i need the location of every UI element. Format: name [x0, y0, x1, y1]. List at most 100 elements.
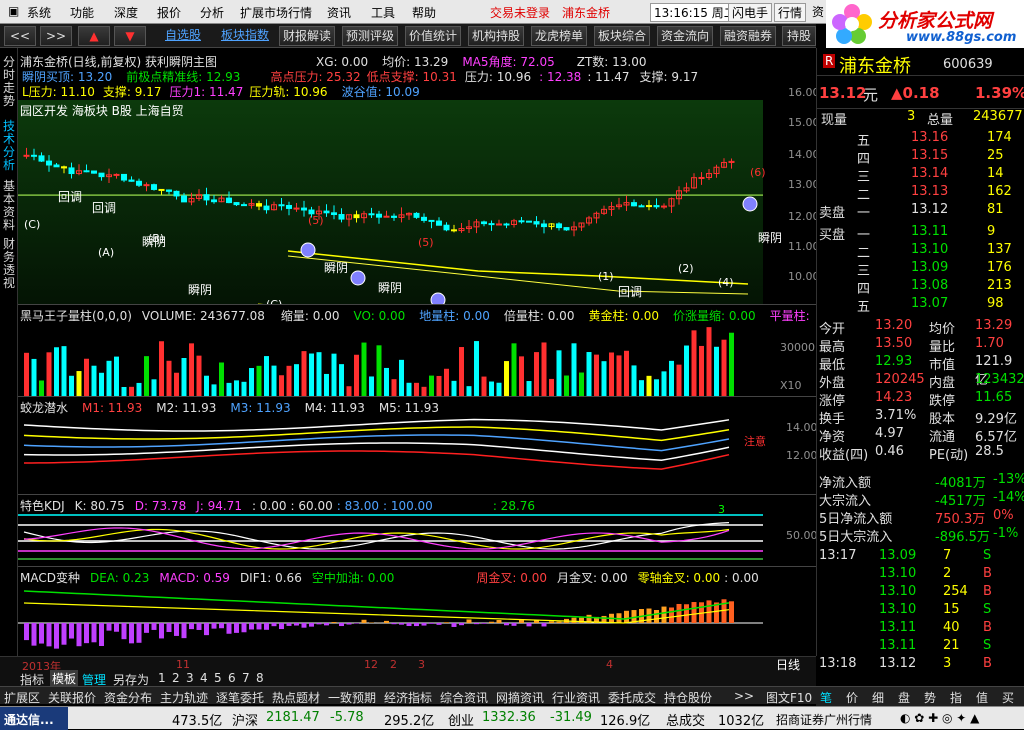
tab-news[interactable]: 综合资讯 [440, 689, 488, 706]
tab-3[interactable]: 3 [186, 671, 194, 685]
dragon-tiger-list-button[interactable]: 龙虎榜单 [531, 26, 587, 46]
dragon-y-tick-14: 14.00 [786, 421, 818, 434]
y-tick-16: 16.00 [788, 86, 820, 99]
more-tabs-button[interactable]: >> [734, 689, 754, 703]
menu-ext-market[interactable]: 扩展市场行情 [240, 4, 312, 21]
pattern-label: 瞬阴 [378, 281, 402, 295]
watchlist-link[interactable]: 自选股 [158, 26, 208, 46]
volume-bar [197, 356, 202, 397]
app-taskbar-button[interactable]: 通达信... [0, 707, 68, 730]
tab-economic-indicators[interactable]: 经济指标 [384, 689, 432, 706]
macd-bar [302, 623, 307, 628]
tab-1[interactable]: 1 [158, 671, 166, 685]
tab-7[interactable]: 7 [242, 671, 250, 685]
tab-6[interactable]: 6 [228, 671, 236, 685]
tab-2[interactable]: 2 [172, 671, 180, 685]
tab-web-news[interactable]: 网摘资讯 [496, 689, 544, 706]
tab-order-detail[interactable]: 逐笔委托 [216, 689, 264, 706]
forecast-rating-button[interactable]: 预测评级 [342, 26, 398, 46]
volume-bar [77, 371, 82, 397]
menu-depth[interactable]: 深度 [114, 4, 138, 21]
volume-bar [572, 343, 577, 397]
value-stats-button[interactable]: 价值统计 [405, 26, 461, 46]
sector-overview-button[interactable]: 板块综合 [594, 26, 650, 46]
quote-button[interactable]: 行情 [774, 3, 806, 22]
kdj-chart[interactable] [18, 511, 816, 567]
quote-tab[interactable]: 价 [846, 689, 858, 706]
volume-bar [602, 361, 607, 397]
tab-fundamentals[interactable]: 基本资料 [1, 180, 17, 232]
tab-main-trace[interactable]: 主力轨迹 [160, 689, 208, 706]
menu-system[interactable]: 系统 [27, 4, 51, 21]
y-tick-10: 10.00 [788, 270, 820, 283]
quote-tab[interactable]: 笔 [820, 689, 832, 706]
dragon-pane[interactable]: 蛟龙潜水M1: 11.93M2: 11.93M3: 11.93M4: 11.93… [18, 396, 816, 494]
flash-trade-button[interactable]: 闪电手 [728, 3, 772, 22]
flower-logo-icon [830, 2, 874, 46]
tab-financials[interactable]: 财务透视 [1, 238, 17, 290]
quote-tab[interactable]: 势 [924, 689, 936, 706]
tab-8[interactable]: 8 [256, 671, 264, 685]
volume-bar [692, 330, 697, 397]
dragon-chart[interactable] [18, 413, 816, 495]
tab-ext-area[interactable]: 扩展区 [4, 689, 40, 706]
news-button[interactable]: 资 [812, 3, 824, 20]
volume-bar [654, 379, 659, 397]
app-icon[interactable]: ▣ [8, 4, 19, 18]
tab-consensus[interactable]: 一致预期 [328, 689, 376, 706]
sector-index-link[interactable]: 板块指数 [216, 26, 274, 46]
capital-flow-button[interactable]: 资金流向 [657, 26, 713, 46]
quote-tab[interactable]: 指 [950, 689, 962, 706]
volume-bar [339, 364, 344, 397]
f10-button[interactable]: 图文F10 [766, 689, 812, 706]
kline-chart[interactable]: 回调回调瞬阴瞬阴瞬阴瞬阴瞬阴瞬阴回调瞬阴(C)(A)(B)(C)(5)(5)(1… [18, 96, 816, 304]
candle-body [257, 204, 262, 206]
menu-tools[interactable]: 工具 [371, 4, 395, 21]
tab-industry-news[interactable]: 行业资讯 [552, 689, 600, 706]
tab-capital-distribution[interactable]: 资金分布 [104, 689, 152, 706]
menu-help[interactable]: 帮助 [412, 4, 436, 21]
chart-area[interactable]: 浦东金桥(日线,前复权) 获利瞬阴主图 XG: 0.00均价: 13.29MA5… [18, 48, 816, 656]
tab-intraday[interactable]: 分时走势 [1, 56, 17, 108]
tab-template[interactable]: 模板 [50, 670, 78, 686]
volume-bar [384, 368, 389, 397]
macd-chart[interactable] [18, 583, 816, 657]
down-button[interactable]: ▼ [114, 26, 146, 46]
quote-tab[interactable]: 买 [1002, 689, 1014, 706]
period-label[interactable]: 日线 [776, 656, 800, 673]
financial-report-button[interactable]: 财报解读 [279, 26, 335, 46]
tab-4[interactable]: 4 [200, 671, 208, 685]
page-forward-button[interactable]: >> [40, 26, 72, 46]
kline-pane[interactable]: 浦东金桥(日线,前复权) 获利瞬阴主图 XG: 0.00均价: 13.29MA5… [18, 48, 816, 304]
menu-function[interactable]: 功能 [70, 4, 94, 21]
trade-status[interactable]: 交易未登录 [490, 4, 550, 21]
candle-body [564, 228, 569, 230]
page-back-button[interactable]: << [4, 26, 36, 46]
institution-holdings-button[interactable]: 机构持股 [468, 26, 524, 46]
quote-tab[interactable]: 值 [976, 689, 988, 706]
macd-bar [212, 623, 217, 629]
menu-analysis[interactable]: 分析 [200, 4, 224, 21]
tab-related-quotes[interactable]: 关联报价 [48, 689, 96, 706]
tray-icons[interactable]: ◐ ✿ ✚ ◎ ✦ ▲ [900, 711, 979, 725]
macd-pane[interactable]: MACD变种DEA: 0.23MACD: 0.59DIF1: 0.66空中加油:… [18, 566, 816, 656]
kdj-pane[interactable]: 特色KDJK: 80.75D: 73.78J: 94.71: 0.00: 60.… [18, 494, 816, 566]
kdj-mark: 3 [718, 503, 725, 516]
margin-trading-button[interactable]: 融资融券 [720, 26, 776, 46]
bid-row-3: 三13.09176 [817, 260, 1024, 278]
menu-quote[interactable]: 报价 [157, 4, 181, 21]
tab-5[interactable]: 5 [214, 671, 222, 685]
up-button[interactable]: ▲ [78, 26, 110, 46]
volume-bar [32, 359, 37, 397]
volume-chart[interactable] [18, 321, 816, 397]
tab-technical[interactable]: 技术分析 [1, 120, 17, 172]
quote-tab[interactable]: 细 [872, 689, 884, 706]
volume-pane[interactable]: 黑马王子量柱(0,0,0)VOLUME: 243677.08缩量: 0.00VO… [18, 304, 816, 396]
macd-bar [459, 623, 464, 625]
menu-news[interactable]: 资讯 [327, 4, 351, 21]
holdings-change-button[interactable]: 持股变 [782, 26, 816, 46]
quote-tab[interactable]: 盘 [898, 689, 910, 706]
tab-positions[interactable]: 持仓股份 [664, 689, 712, 706]
tab-orders-trades[interactable]: 委托成交 [608, 689, 656, 706]
tab-hot-topics[interactable]: 热点题材 [272, 689, 320, 706]
